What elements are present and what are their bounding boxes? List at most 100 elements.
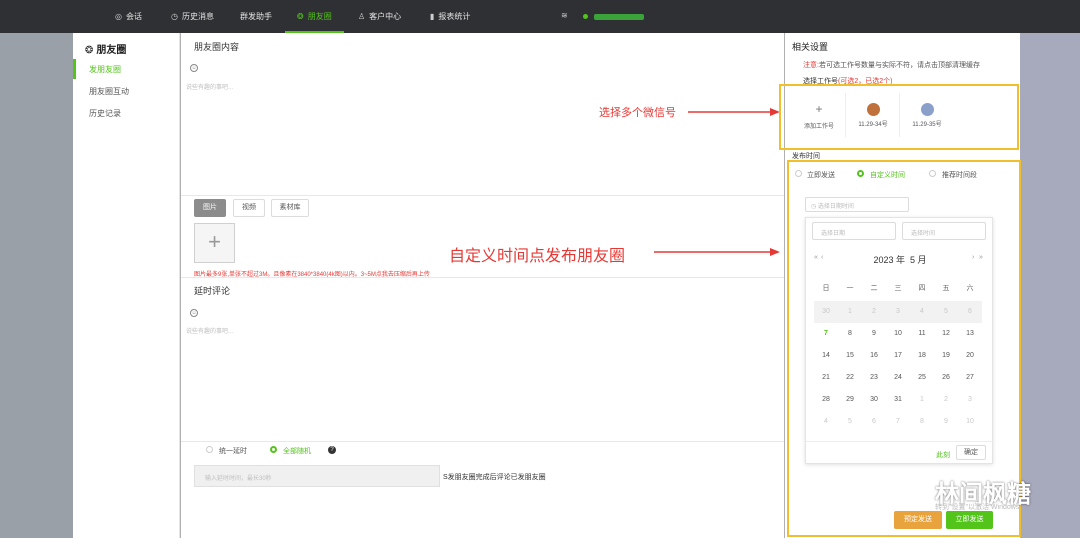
calendar-day[interactable]: 10 <box>958 411 982 433</box>
account-name-redacted[interactable] <box>594 14 644 20</box>
comment-textarea[interactable]: 说些有趣的事吧... <box>186 326 233 335</box>
moments-icon: ❂ <box>297 12 304 21</box>
calendar-day[interactable]: 4 <box>814 411 838 433</box>
nav-item-chat[interactable]: ◎ 会话 <box>115 0 142 33</box>
comment-section-title: 延时评论 <box>194 286 231 296</box>
send-now-button[interactable]: 立即发送 <box>946 511 993 529</box>
sidebar-item-moment-interaction[interactable]: 朋友圈互动 <box>89 86 129 97</box>
nav-item-broadcast[interactable]: 群发助手 <box>240 0 272 33</box>
settings-panel: 相关设置 注意:若可选工作号数量与实际不符，请点击顶部清理缓存 选择工作号(可选… <box>779 33 1021 538</box>
help-icon[interactable]: ? <box>328 446 336 454</box>
calendar-day[interactable]: 17 <box>886 345 910 367</box>
calendar-day[interactable]: 2 <box>934 389 958 411</box>
calendar-day[interactable]: 26 <box>934 367 958 389</box>
picker-confirm-button[interactable]: 确定 <box>956 445 986 460</box>
radio-label-custom-time[interactable]: 自定义时间 <box>870 170 905 180</box>
calendar-day[interactable]: 7 <box>886 411 910 433</box>
content-textarea[interactable]: 说些有趣的事吧... <box>186 82 233 91</box>
calendar-day[interactable]: 22 <box>838 367 862 389</box>
calendar-day[interactable]: 11 <box>910 323 934 345</box>
calendar-day[interactable]: 8 <box>910 411 934 433</box>
nav-item-moments[interactable]: ❂ 朋友圈 <box>285 0 344 33</box>
emoji-icon[interactable]: ☺ <box>190 64 198 72</box>
radio-label-send-now[interactable]: 立即发送 <box>807 170 835 180</box>
next-month-icon[interactable]: › <box>972 254 974 261</box>
calendar-day[interactable]: 19 <box>934 345 958 367</box>
calendar-day[interactable]: 16 <box>862 345 886 367</box>
calendar-day-today[interactable]: 7 <box>814 323 838 345</box>
radio-label-all-random[interactable]: 全部随机 <box>283 446 311 456</box>
calendar-day[interactable]: 29 <box>838 389 862 411</box>
sidebar-item-history[interactable]: 历史记录 <box>89 108 121 119</box>
weekday-header: 日 <box>822 285 830 292</box>
radio-recommended-time[interactable] <box>929 170 936 177</box>
chat-icon: ◎ <box>115 12 122 21</box>
avatar <box>920 103 934 116</box>
radio-uniform-delay[interactable] <box>206 446 213 453</box>
calendar-day[interactable]: 12 <box>934 323 958 345</box>
plus-icon: + <box>208 229 221 254</box>
picker-date-input[interactable]: 选择日期 <box>812 222 896 240</box>
add-account-button[interactable]: + 添加工作号 <box>794 100 844 130</box>
calendar-day[interactable]: 25 <box>910 367 934 389</box>
calendar-day[interactable]: 3 <box>958 389 982 411</box>
calendar-day[interactable]: 24 <box>886 367 910 389</box>
scheduled-send-button[interactable]: 预定发送 <box>894 511 942 529</box>
next-year-icon[interactable]: » <box>979 254 983 261</box>
emoji-icon[interactable]: ☺ <box>190 309 198 317</box>
account-card[interactable]: 11.29-34号 <box>848 100 898 128</box>
calendar-day[interactable]: 18 <box>910 345 934 367</box>
sidebar-item-post-moment[interactable]: 发朋友圈 <box>89 64 121 75</box>
calendar-day[interactable]: 13 <box>958 323 982 345</box>
calendar-day[interactable]: 10 <box>886 323 910 345</box>
database-icon[interactable]: ≋ <box>561 11 568 20</box>
radio-label-uniform-delay[interactable]: 统一延时 <box>219 446 247 456</box>
calendar-day[interactable]: 27 <box>958 367 982 389</box>
delay-seconds-input[interactable]: 输入延时时间，最长30秒 <box>194 465 440 487</box>
calendar-day: 2 <box>862 301 886 323</box>
calendar-day[interactable]: 8 <box>838 323 862 345</box>
tab-image[interactable]: 图片 <box>194 199 226 217</box>
nav-item-history[interactable]: ◷ 历史消息 <box>171 0 214 33</box>
radio-send-now[interactable] <box>795 170 802 177</box>
divider <box>845 93 846 137</box>
calendar-day[interactable]: 31 <box>886 389 910 411</box>
calendar-day[interactable]: 1 <box>910 389 934 411</box>
weekday-header: 六 <box>966 285 974 292</box>
top-nav-bar: ◎ 会话 ◷ 历史消息 群发助手 ❂ 朋友圈 ♙ 客户中心 ▮ 报表统计 ≋ <box>0 0 1080 33</box>
weekday-header: 一 <box>846 285 854 292</box>
calendar-day[interactable]: 6 <box>862 411 886 433</box>
sidebar-active-indicator <box>73 59 76 79</box>
nav-item-reports[interactable]: ▮ 报表统计 <box>430 0 470 33</box>
account-card[interactable]: 11.29-35号 <box>902 100 952 128</box>
windows-activation-hint: 转到"设置"以激活 Windows。 <box>935 504 1027 511</box>
page-background-left <box>0 33 73 538</box>
radio-all-random[interactable] <box>270 446 277 453</box>
calendar-day[interactable]: 30 <box>862 389 886 411</box>
calendar-day[interactable]: 9 <box>934 411 958 433</box>
picker-now-link[interactable]: 此刻 <box>936 450 950 460</box>
calendar-day[interactable]: 14 <box>814 345 838 367</box>
delay-note: S发朋友圈完成后评论已发朋友圈 <box>443 474 546 481</box>
clock-icon: ◷ <box>171 12 178 21</box>
calendar-day: 3 <box>886 301 910 323</box>
calendar-day[interactable]: 23 <box>862 367 886 389</box>
wechat-logo-icon <box>901 480 929 500</box>
settings-title: 相关设置 <box>792 42 829 52</box>
tab-video[interactable]: 视频 <box>233 199 265 217</box>
radio-custom-time[interactable] <box>857 170 864 177</box>
calendar-day[interactable]: 15 <box>838 345 862 367</box>
tab-material-library[interactable]: 素材库 <box>271 199 309 217</box>
datetime-input[interactable]: ◷ 选择日期时间 <box>805 197 909 212</box>
calendar-day[interactable]: 28 <box>814 389 838 411</box>
settings-note: 注意:若可选工作号数量与实际不符，请点击顶部清理缓存 <box>803 62 980 69</box>
calendar-day[interactable]: 21 <box>814 367 838 389</box>
radio-label-recommended-time[interactable]: 推荐时间段 <box>942 170 977 180</box>
image-upload-button[interactable]: + <box>194 223 235 263</box>
calendar-day[interactable]: 9 <box>862 323 886 345</box>
nav-item-customers[interactable]: ♙ 客户中心 <box>358 0 401 33</box>
moments-icon: ❂ <box>85 45 94 56</box>
picker-time-input[interactable]: 选择时间 <box>902 222 986 240</box>
calendar-day[interactable]: 20 <box>958 345 982 367</box>
calendar-day[interactable]: 5 <box>838 411 862 433</box>
